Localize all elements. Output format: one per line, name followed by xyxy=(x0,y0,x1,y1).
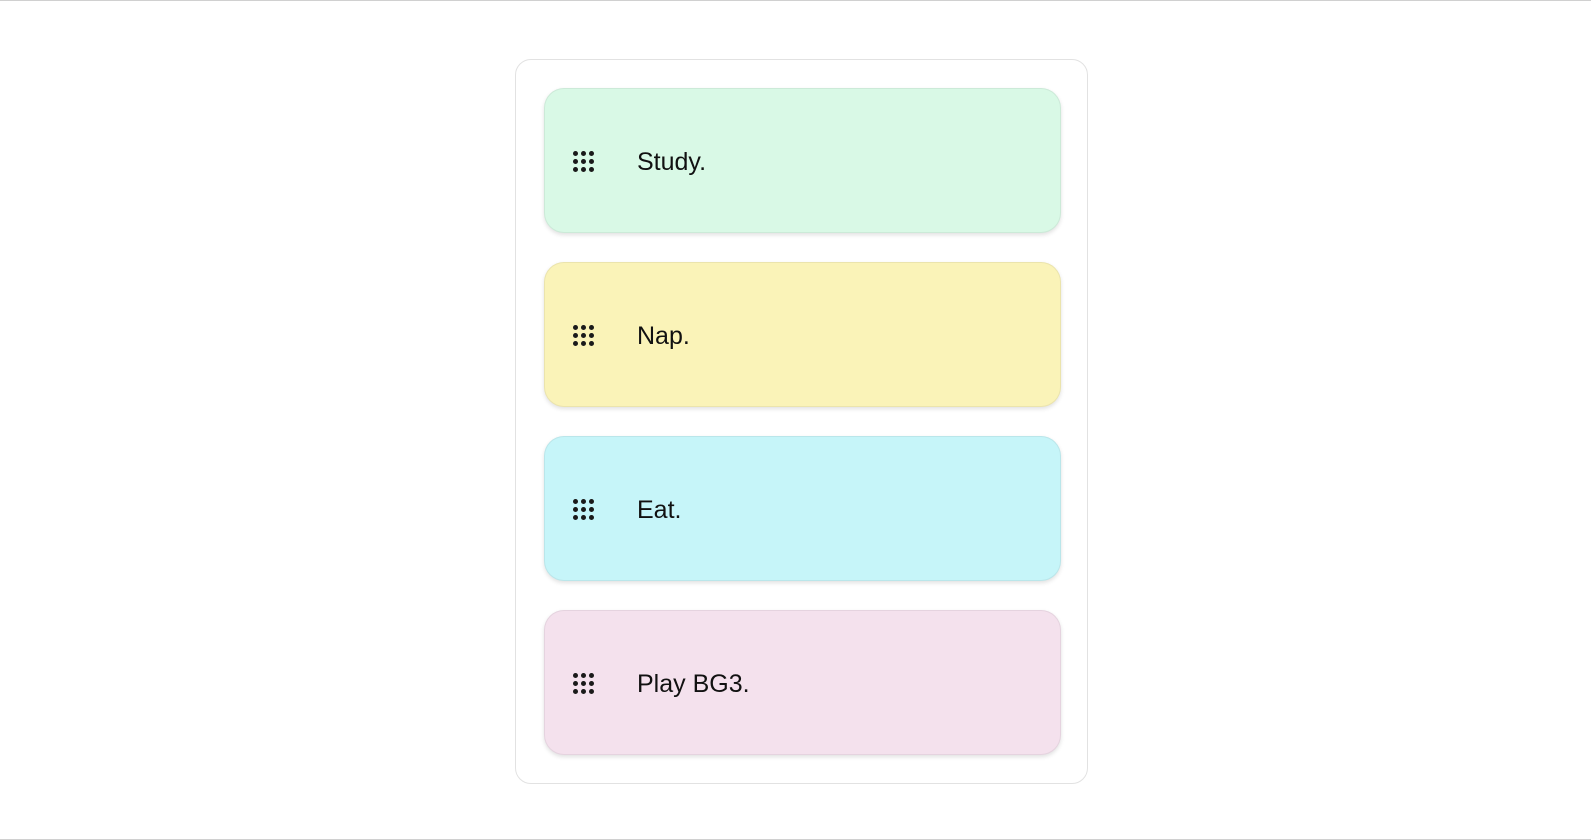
task-label: Nap. xyxy=(637,322,690,350)
page-frame: Study. Nap. Eat. Play BG3. xyxy=(0,0,1591,840)
drag-handle-icon[interactable] xyxy=(573,499,595,521)
task-card-study[interactable]: Study. xyxy=(544,88,1061,233)
task-card-nap[interactable]: Nap. xyxy=(544,262,1061,407)
task-label: Play BG3. xyxy=(637,670,750,698)
task-label: Study. xyxy=(637,148,707,176)
drag-handle-icon[interactable] xyxy=(573,325,595,347)
task-label: Eat. xyxy=(637,496,682,524)
drag-handle-icon[interactable] xyxy=(573,673,595,695)
sortable-task-list: Study. Nap. Eat. Play BG3. xyxy=(515,59,1088,784)
task-card-eat[interactable]: Eat. xyxy=(544,436,1061,581)
task-card-play-bg3[interactable]: Play BG3. xyxy=(544,610,1061,755)
drag-handle-icon[interactable] xyxy=(573,151,595,173)
